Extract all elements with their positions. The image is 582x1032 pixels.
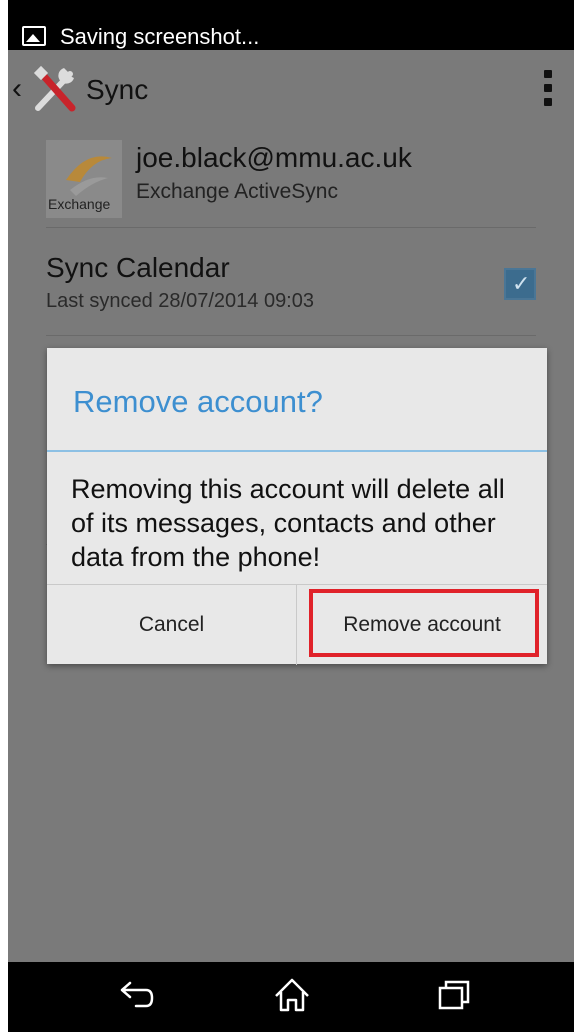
home-icon[interactable]	[272, 976, 312, 1014]
sync-calendar-title: Sync Calendar	[46, 252, 230, 283]
account-row[interactable]: Exchange joe.black@mmu.ac.uk Exchange Ac…	[46, 140, 536, 228]
exchange-logo-label: Exchange	[48, 196, 111, 212]
remove-account-dialog: Remove account? Removing this account wi…	[47, 348, 547, 665]
dialog-divider	[47, 450, 547, 452]
notification-text: Saving screenshot...	[60, 24, 260, 49]
dialog-message: Removing this account will delete all of…	[71, 474, 505, 572]
exchange-logo-icon: Exchange	[46, 140, 122, 218]
exchange-swirl-icon	[66, 156, 112, 196]
screenshot-border-right	[574, 0, 582, 1032]
tools-icon[interactable]	[30, 64, 78, 116]
account-type: Exchange ActiveSync	[136, 180, 338, 203]
dialog-title: Remove account?	[73, 384, 323, 419]
screenshot-border-left	[0, 0, 8, 1032]
navigation-bar	[8, 962, 574, 1032]
phone-screen: Saving screenshot... ‹ Sync Exchange joe…	[8, 0, 574, 1032]
action-bar: ‹ Sync	[8, 50, 574, 130]
dialog-button-bar: Cancel Remove account	[47, 584, 547, 665]
sync-calendar-last-synced: Last synced 28/07/2014 09:03	[46, 290, 314, 312]
sync-calendar-row[interactable]: Sync Calendar Last synced 28/07/2014 09:…	[46, 246, 536, 336]
overflow-menu-icon[interactable]	[544, 70, 554, 108]
sync-calendar-checkbox[interactable]	[504, 268, 536, 300]
status-bar: Saving screenshot...	[8, 0, 574, 50]
action-bar-title: Sync	[86, 74, 149, 105]
sync-settings-screen: ‹ Sync Exchange joe.black@mmu.ac.uk Exch…	[8, 50, 574, 962]
account-email: joe.black@mmu.ac.uk	[136, 142, 412, 173]
chevron-left-icon[interactable]: ‹	[12, 74, 22, 104]
back-arrow-icon[interactable]	[116, 980, 156, 1010]
highlight-annotation	[309, 589, 539, 657]
image-icon	[22, 26, 46, 46]
recent-apps-icon[interactable]	[436, 978, 472, 1012]
cancel-button[interactable]: Cancel	[47, 585, 297, 665]
